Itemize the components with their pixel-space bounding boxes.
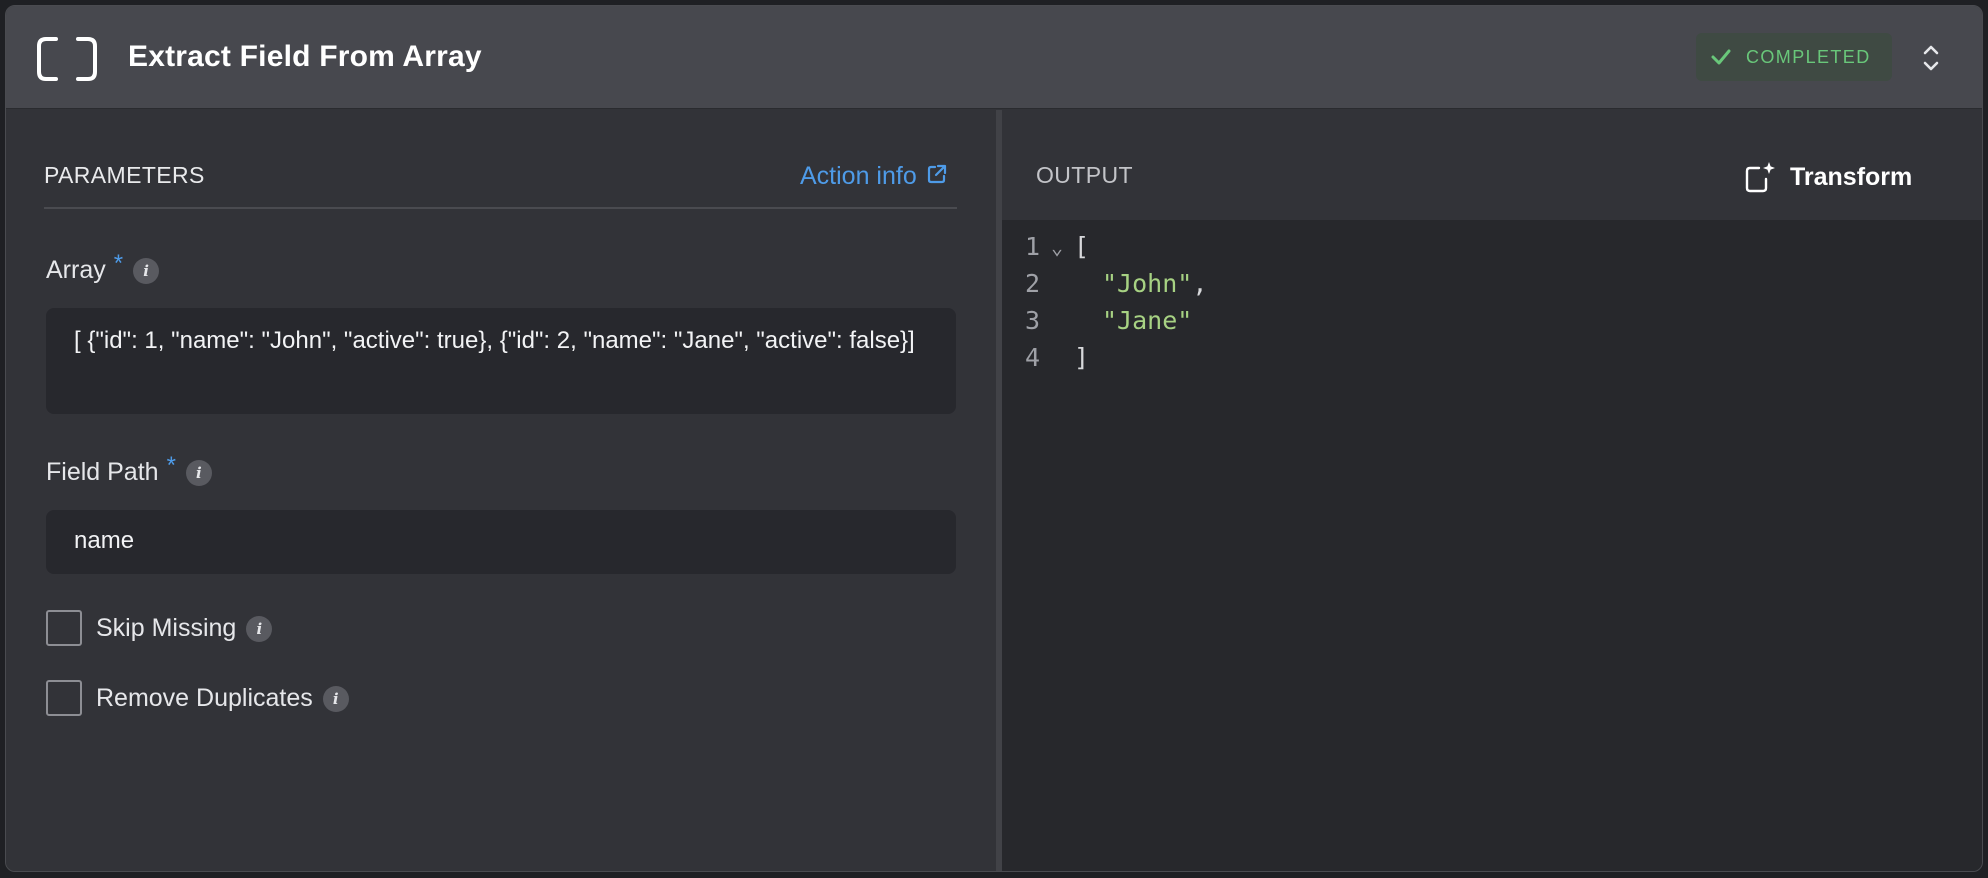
transform-button[interactable]: Transform bbox=[1744, 154, 1912, 200]
json-output-viewer[interactable]: 1 ⌄[2 "John", 3 "Jane" 4] bbox=[1002, 228, 1982, 376]
info-icon[interactable]: i bbox=[185, 460, 212, 486]
parameters-pane: PARAMETERS Action info Array * i [ {"id"… bbox=[6, 110, 996, 871]
remove-duplicates-checkbox[interactable] bbox=[46, 680, 82, 716]
status-badge: COMPLETED bbox=[1696, 33, 1892, 81]
remove-duplicates-label: Remove Duplicates bbox=[96, 683, 313, 712]
code-line: 3 "Jane" bbox=[1002, 302, 1982, 339]
field-path-label: Field Path * i bbox=[46, 452, 212, 487]
code-content: "John", bbox=[1074, 269, 1207, 298]
skip-missing-label: Skip Missing bbox=[96, 613, 237, 642]
line-number: 4 bbox=[1024, 343, 1040, 372]
code-line: 4] bbox=[1002, 339, 1982, 376]
code-content: [ bbox=[1074, 232, 1089, 261]
info-icon[interactable]: i bbox=[246, 616, 273, 642]
line-number: 1 bbox=[1024, 232, 1040, 261]
line-number: 3 bbox=[1024, 306, 1040, 335]
external-link-icon bbox=[927, 164, 946, 183]
action-info-link[interactable]: Action info bbox=[800, 162, 947, 191]
info-icon[interactable]: i bbox=[322, 686, 349, 712]
info-icon[interactable]: i bbox=[133, 258, 160, 284]
code-line: 2 "John", bbox=[1002, 265, 1982, 302]
node-title: Extract Field From Array bbox=[128, 40, 482, 73]
parameters-divider bbox=[44, 207, 957, 209]
node-header: Extract Field From Array COMPLETED bbox=[6, 6, 1982, 109]
string-token: "Jane" bbox=[1102, 306, 1193, 335]
skip-missing-checkbox[interactable] bbox=[46, 610, 82, 646]
sparkle-icon bbox=[1745, 162, 1775, 193]
output-pane: OUTPUT Transform 1 ⌄[2 "John", 3 "Jane" 4] bbox=[1002, 110, 1982, 871]
output-title: OUTPUT bbox=[1036, 162, 1133, 188]
array-input[interactable]: [ {"id": 1, "name": "John", "active": tr… bbox=[46, 308, 956, 414]
bracket-icon bbox=[37, 37, 97, 81]
code-content: "Jane" bbox=[1074, 306, 1192, 335]
remove-duplicates-row: Remove Duplicates i bbox=[46, 680, 349, 716]
parameters-title: PARAMETERS bbox=[44, 162, 205, 188]
skip-missing-row: Skip Missing i bbox=[46, 610, 273, 646]
field-path-input[interactable]: name bbox=[46, 510, 956, 574]
action-node-panel: Extract Field From Array COMPLETED PARAM… bbox=[5, 5, 1983, 872]
fold-chevron-icon[interactable]: ⌄ bbox=[1040, 235, 1074, 259]
transform-label: Transform bbox=[1790, 162, 1913, 191]
check-icon bbox=[1711, 49, 1731, 65]
field-path-label-text: Field Path bbox=[46, 458, 159, 486]
status-label: COMPLETED bbox=[1746, 46, 1871, 67]
array-label: Array * i bbox=[46, 250, 160, 285]
output-header: OUTPUT Transform bbox=[1002, 110, 1982, 220]
array-label-text: Array bbox=[46, 256, 106, 284]
string-token: "John" bbox=[1102, 269, 1193, 298]
bracket-token: ] bbox=[1074, 343, 1090, 372]
bracket-token: [ bbox=[1074, 232, 1090, 261]
required-marker: * bbox=[166, 452, 176, 479]
punctuation-token: , bbox=[1192, 269, 1208, 298]
expand-collapse-icon[interactable] bbox=[1920, 42, 1942, 74]
code-content: ] bbox=[1074, 343, 1089, 372]
action-info-label: Action info bbox=[800, 162, 917, 190]
code-line: 1 ⌄[ bbox=[1002, 228, 1982, 265]
line-number: 2 bbox=[1024, 269, 1040, 298]
required-marker: * bbox=[113, 250, 124, 277]
